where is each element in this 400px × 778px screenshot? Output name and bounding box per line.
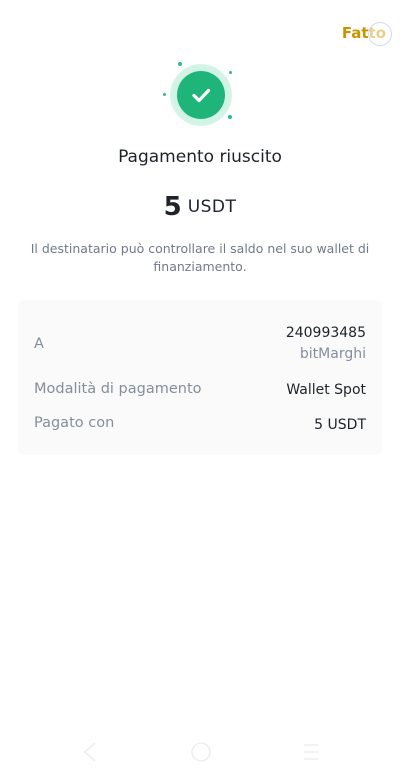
sparkle-dot-icon (229, 71, 232, 74)
paid-with-value: 5 USDT (314, 417, 366, 433)
payment-method-value: Wallet Spot (286, 382, 366, 398)
recipient-name: bitMarghi (299, 346, 366, 362)
system-nav-bar (0, 728, 400, 778)
amount-value: 5 (163, 192, 182, 222)
recipient-id: 240993485 (285, 325, 366, 341)
paid-with-label: Pagato con (34, 415, 115, 431)
amount-display: 5 USDT (0, 192, 400, 222)
back-icon[interactable] (80, 740, 100, 768)
menu-icon[interactable] (301, 740, 321, 768)
touch-indicator (368, 22, 392, 46)
check-icon (177, 71, 225, 119)
payment-method-label: Modalità di pagamento (34, 381, 202, 397)
success-icon-group (0, 60, 400, 130)
recipient-label: A (34, 336, 44, 352)
sparkle-dot-icon (163, 93, 166, 96)
sparkle-dot-icon (228, 115, 232, 119)
sparkle-dot-icon (178, 62, 182, 66)
amount-unit: USDT (187, 197, 237, 217)
info-note: Il destinatario può controllare il saldo… (30, 241, 370, 274)
status-title: Pagamento riuscito (118, 147, 282, 167)
payment-details-card: A 240993485 bitMarghi Modalità di pagame… (18, 300, 382, 455)
home-icon[interactable] (189, 740, 213, 768)
